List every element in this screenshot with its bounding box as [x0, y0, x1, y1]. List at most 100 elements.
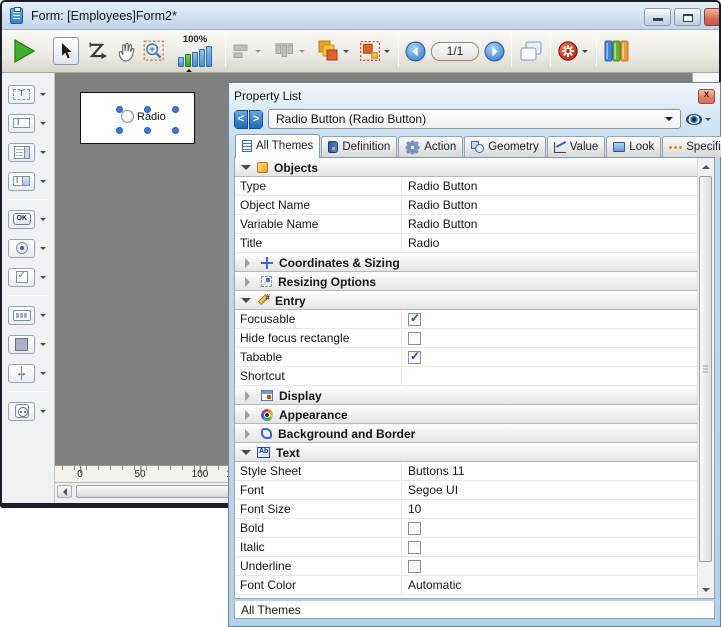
library-button[interactable]: [603, 38, 631, 64]
tool-dropdown-arrow-icon[interactable]: [40, 343, 46, 349]
tool-dropdown-arrow-icon[interactable]: [40, 180, 46, 186]
property-row-object-name[interactable]: Object NameRadio Button: [235, 196, 697, 215]
titlebar[interactable]: Form: [Employees]Form2*: [2, 2, 719, 30]
hide-focus-rectangle-checkbox[interactable]: [408, 332, 421, 345]
input-tool-button[interactable]: [8, 112, 54, 134]
next-page-button[interactable]: [484, 41, 505, 62]
property-value-cell[interactable]: Radio: [402, 234, 697, 252]
selection-handle[interactable]: [116, 127, 123, 134]
selection-handle[interactable]: [116, 106, 123, 113]
property-value-cell[interactable]: [402, 367, 697, 385]
tab-definition[interactable]: Definition: [321, 136, 397, 157]
scroll-left-button[interactable]: [57, 485, 72, 498]
selection-handle[interactable]: [172, 106, 179, 113]
splitter-tool-button[interactable]: [8, 362, 54, 384]
tool-dropdown-arrow-icon[interactable]: [40, 122, 46, 128]
group-row-display[interactable]: Display: [235, 386, 697, 405]
property-row-font-size[interactable]: Font Size10: [235, 500, 697, 519]
zoom-bars-icon[interactable]: [178, 45, 212, 67]
bold-checkbox[interactable]: [408, 522, 421, 535]
close-button[interactable]: [704, 8, 721, 26]
selection-handle[interactable]: [144, 127, 151, 134]
selection-handle[interactable]: [172, 127, 179, 134]
expand-triangle-icon[interactable]: [245, 258, 255, 268]
property-value-cell[interactable]: [402, 329, 697, 347]
group-row-background-and-border[interactable]: Background and Border: [235, 424, 697, 443]
property-value-cell[interactable]: Buttons 11: [402, 462, 697, 480]
duplicate-dropdown-arrow[interactable]: [384, 50, 390, 56]
tool-dropdown-arrow-icon[interactable]: [40, 276, 46, 282]
property-value-cell[interactable]: Radio Button: [402, 177, 697, 195]
property-grid-scrollbar[interactable]: [697, 158, 714, 598]
previous-object-button[interactable]: <: [234, 110, 248, 129]
collapse-triangle-icon[interactable]: [241, 165, 251, 175]
expand-triangle-icon[interactable]: [245, 410, 255, 420]
button-grid-tool-button[interactable]: [8, 304, 54, 326]
property-row-tabable[interactable]: Tabable: [235, 348, 697, 367]
collapse-triangle-icon[interactable]: [241, 450, 251, 460]
view-options-button[interactable]: [686, 114, 713, 125]
form-page-area[interactable]: Radio: [80, 92, 195, 144]
static-text-tool-button[interactable]: [8, 83, 54, 105]
group-row-text[interactable]: Text: [235, 443, 697, 462]
list-box-tool-button[interactable]: [8, 141, 54, 163]
property-row-underline[interactable]: Underline: [235, 557, 697, 576]
property-row-style-sheet[interactable]: Style SheetButtons 11: [235, 462, 697, 481]
tab-look[interactable]: Look: [606, 136, 661, 157]
radio-widget[interactable]: Radio: [121, 110, 166, 123]
radio-button-tool-button[interactable]: [8, 237, 54, 259]
previous-page-button[interactable]: [405, 41, 426, 62]
duplicate-many-button[interactable]: [359, 40, 381, 62]
level-tools-button[interactable]: [316, 39, 340, 63]
level-dropdown-arrow[interactable]: [343, 50, 349, 56]
property-value-cell[interactable]: 10: [402, 500, 697, 518]
tool-dropdown-arrow-icon[interactable]: [40, 218, 46, 224]
property-value-cell[interactable]: [402, 557, 697, 575]
property-value-cell[interactable]: Automatic: [402, 576, 697, 594]
property-list-close-button[interactable]: [698, 89, 715, 104]
property-value-cell[interactable]: [402, 519, 697, 537]
expand-triangle-icon[interactable]: [245, 391, 255, 401]
property-row-hide-focus-rectangle[interactable]: Hide focus rectangle: [235, 329, 697, 348]
move-tool-button[interactable]: [115, 40, 137, 62]
align-tools-button[interactable]: [232, 42, 252, 60]
tool-dropdown-arrow-icon[interactable]: [40, 372, 46, 378]
underline-checkbox[interactable]: [408, 560, 421, 573]
selection-tool-button[interactable]: [53, 37, 79, 65]
align-dropdown-arrow[interactable]: [255, 50, 261, 56]
property-row-italic[interactable]: Italic: [235, 538, 697, 557]
tab-all-themes[interactable]: All Themes: [235, 134, 320, 158]
property-row-font-color[interactable]: Font ColorAutomatic: [235, 576, 697, 595]
distribute-tools-button[interactable]: [272, 41, 296, 61]
group-row-objects[interactable]: Objects: [235, 158, 697, 177]
property-list-header[interactable]: Property List: [234, 86, 715, 106]
italic-checkbox[interactable]: [408, 541, 421, 554]
tab-specific[interactable]: Specific: [662, 136, 721, 157]
property-row-title[interactable]: TitleRadio: [235, 234, 697, 253]
zoom-level-control[interactable]: 100%: [171, 35, 219, 67]
selection-handle[interactable]: [144, 106, 151, 113]
expand-triangle-icon[interactable]: [245, 429, 255, 439]
property-row-focusable[interactable]: Focusable: [235, 310, 697, 329]
entry-order-tool-button[interactable]: [87, 41, 107, 61]
group-row-resizing-options[interactable]: Resizing Options: [235, 272, 697, 291]
property-value-cell[interactable]: Segoe UI: [402, 481, 697, 499]
group-row-coordinates-sizing[interactable]: Coordinates & Sizing: [235, 253, 697, 272]
tab-value[interactable]: Value: [547, 136, 606, 157]
focusable-checkbox[interactable]: [408, 313, 421, 326]
tool-dropdown-arrow-icon[interactable]: [40, 93, 46, 99]
vertical-scroll-thumb[interactable]: [699, 176, 712, 562]
tab-action[interactable]: Action: [398, 136, 463, 157]
distribute-dropdown-arrow[interactable]: [299, 50, 305, 56]
zoom-tool-button[interactable]: [143, 40, 165, 62]
tabable-checkbox[interactable]: [408, 351, 421, 364]
group-row-appearance[interactable]: Appearance: [235, 405, 697, 424]
button-tool-button[interactable]: [8, 208, 54, 230]
tool-dropdown-arrow-icon[interactable]: [40, 247, 46, 253]
property-value-cell[interactable]: [402, 348, 697, 366]
tab-geometry[interactable]: Geometry: [464, 136, 546, 157]
collapse-triangle-icon[interactable]: [241, 298, 251, 308]
property-value-cell[interactable]: [402, 310, 697, 328]
minimize-button[interactable]: [644, 8, 671, 26]
form-properties-dropdown-arrow[interactable]: [582, 50, 588, 56]
